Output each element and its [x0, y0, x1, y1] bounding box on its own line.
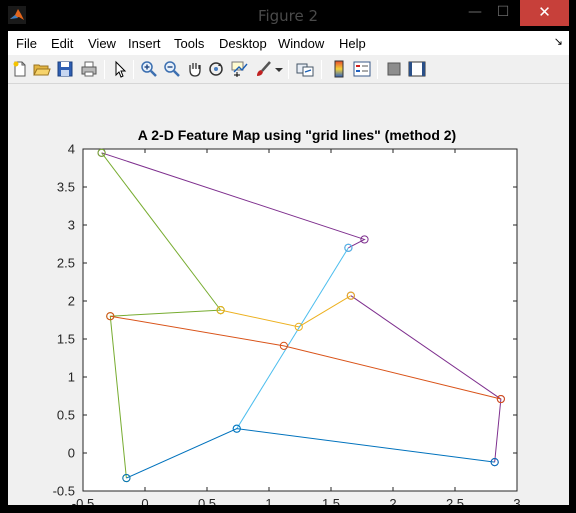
menu-insert[interactable]: Insert [128, 36, 161, 51]
brush-icon[interactable] [254, 60, 272, 78]
open-file-icon[interactable] [33, 60, 51, 78]
toolbar-separator [288, 60, 289, 79]
chart-title: A 2-D Feature Map using "grid lines" (me… [138, 127, 456, 143]
maximize-button[interactable]: ☐ [489, 0, 517, 26]
close-button[interactable]: ✕ [520, 0, 569, 26]
x-tick-label: 0 [141, 496, 148, 505]
rotate-3d-icon[interactable] [207, 60, 225, 78]
save-icon[interactable] [56, 60, 74, 78]
y-tick-label: 3.5 [57, 180, 75, 195]
y-tick-label: 2.5 [57, 256, 75, 271]
title-bar[interactable]: Figure 2 — ☐ ✕ [0, 0, 576, 31]
y-tick-label: 4 [68, 142, 75, 157]
x-tick-label: 2.5 [446, 496, 464, 505]
y-tick-label: -0.5 [53, 484, 75, 499]
menu-file[interactable]: File [16, 36, 37, 51]
y-tick-label: 0 [68, 446, 75, 461]
menu-window[interactable]: Window [278, 36, 324, 51]
zoom-in-icon[interactable] [140, 60, 158, 78]
data-cursor-icon[interactable] [231, 60, 249, 78]
y-tick-label: 1 [68, 370, 75, 385]
print-icon[interactable] [80, 60, 98, 78]
toolbar-separator [104, 60, 105, 79]
edit-plot-arrow-icon[interactable] [111, 60, 129, 78]
toolbar-separator [377, 60, 378, 79]
x-tick-label: 1.5 [322, 496, 340, 505]
y-tick-label: 1.5 [57, 332, 75, 347]
zoom-out-icon[interactable] [163, 60, 181, 78]
hide-plot-tools-icon[interactable] [385, 60, 403, 78]
y-tick-label: 3 [68, 218, 75, 233]
brush-dropdown-icon[interactable] [274, 60, 284, 78]
menu-edit[interactable]: Edit [51, 36, 73, 51]
menu-desktop[interactable]: Desktop [219, 36, 267, 51]
x-tick-label: 2 [389, 496, 396, 505]
figure-client-area: File Edit View Insert Tools Desktop Wind… [8, 31, 569, 505]
x-tick-label: 1 [265, 496, 272, 505]
menu-tools[interactable]: Tools [174, 36, 204, 51]
toolbar-separator [133, 60, 134, 79]
x-tick-label: 0.5 [198, 496, 216, 505]
show-plot-tools-icon[interactable] [408, 60, 426, 78]
menu-help[interactable]: Help [339, 36, 366, 51]
x-tick-label: -0.5 [72, 496, 94, 505]
dock-arrow-icon[interactable]: ↘ [554, 35, 563, 48]
x-tick-label: 3 [513, 496, 520, 505]
axes-box[interactable] [82, 148, 518, 492]
plot-canvas: A 2-D Feature Map using "grid lines" (me… [53, 127, 521, 505]
figure-toolbar [8, 55, 569, 84]
y-tick-label: 2 [68, 294, 75, 309]
menu-bar: File Edit View Insert Tools Desktop Wind… [8, 31, 569, 55]
toolbar-separator [321, 60, 322, 79]
legend-icon[interactable] [353, 60, 371, 78]
new-figure-icon[interactable] [11, 60, 29, 78]
colorbar-icon[interactable] [330, 60, 348, 78]
link-plot-icon[interactable] [296, 60, 314, 78]
minimize-button[interactable]: — [461, 0, 489, 26]
figure-window: Figure 2 — ☐ ✕ File Edit View Insert Too… [0, 0, 576, 513]
menu-view[interactable]: View [88, 36, 116, 51]
y-tick-label: 0.5 [57, 408, 75, 423]
pan-hand-icon[interactable] [186, 60, 204, 78]
